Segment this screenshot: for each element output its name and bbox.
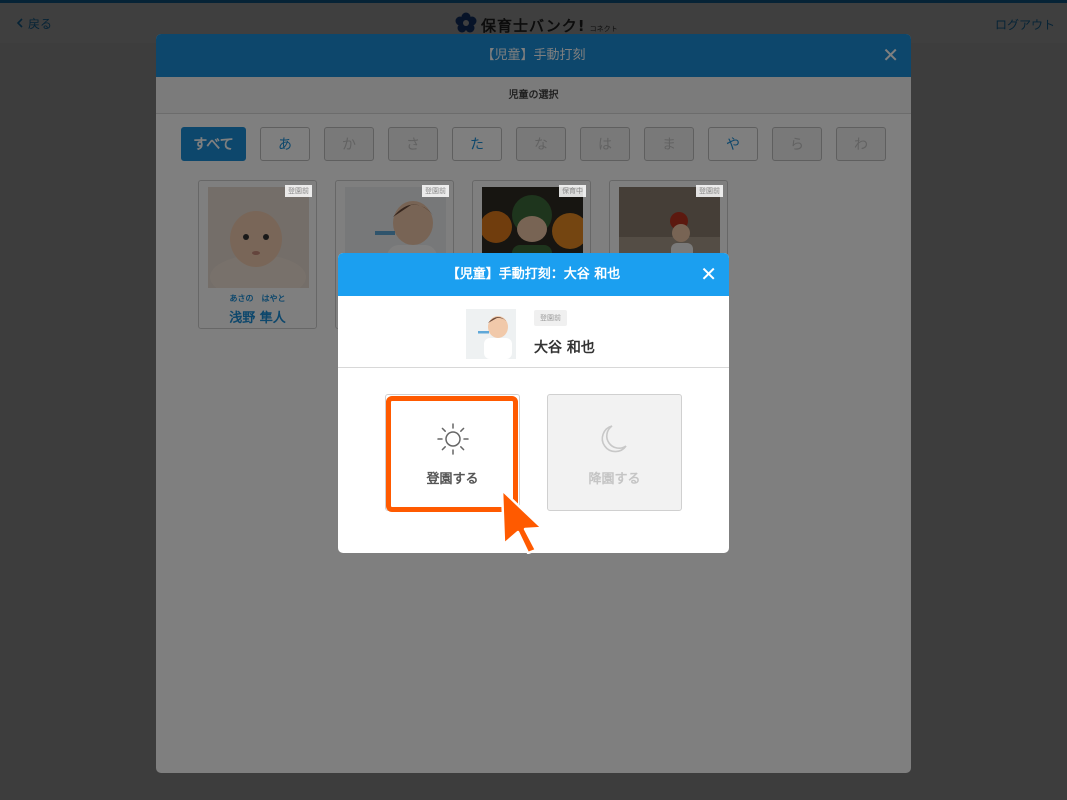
status-badge: 登園前 — [285, 185, 312, 197]
selected-child-info: 登園前 大谷 和也 — [338, 296, 729, 368]
close-icon[interactable]: ✕ — [700, 253, 717, 296]
child-name: 大谷 和也 — [534, 340, 595, 356]
manual-punch-title: 【児童】手動打刻：大谷 和也 — [446, 267, 621, 282]
avatar — [466, 309, 516, 359]
manual-punch-header: 【児童】手動打刻：大谷 和也 ✕ — [338, 253, 729, 296]
status-badge: 保育中 — [559, 185, 586, 197]
status-badge: 登園前 — [696, 185, 723, 197]
moon-icon — [598, 422, 632, 460]
pointer-arrow-icon — [498, 488, 546, 558]
status-badge: 登園前 — [534, 310, 567, 326]
status-badge: 登園前 — [422, 185, 449, 197]
check-out-label: 降園する — [588, 472, 641, 487]
check-out-button[interactable]: 降園する — [547, 394, 682, 511]
